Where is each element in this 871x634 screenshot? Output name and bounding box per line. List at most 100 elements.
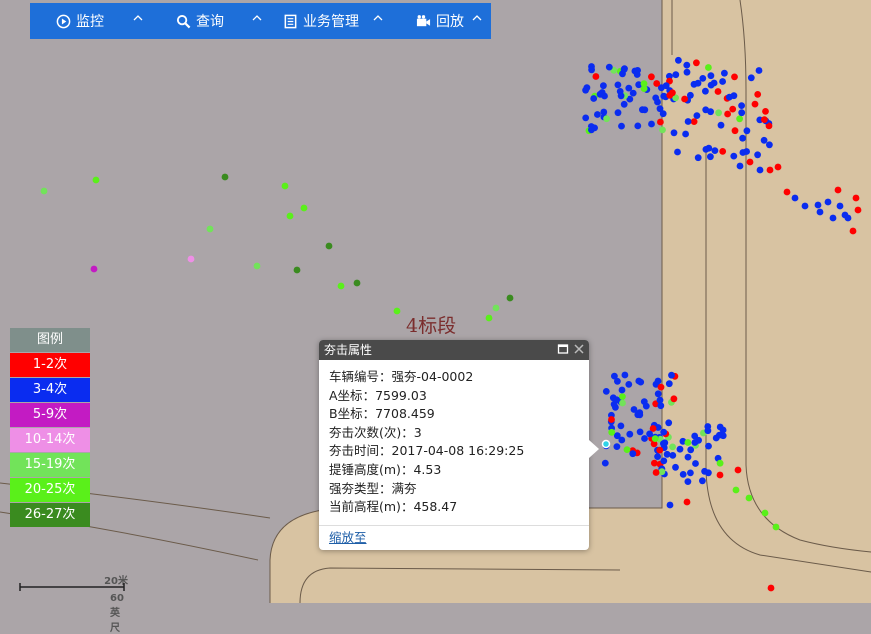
- tamping-point[interactable]: [736, 115, 743, 123]
- tamping-point[interactable]: [608, 428, 616, 436]
- tamping-point[interactable]: [751, 100, 759, 108]
- tamping-point[interactable]: [90, 265, 98, 273]
- tamping-point[interactable]: [736, 162, 744, 170]
- tamping-point[interactable]: [716, 471, 724, 479]
- tamping-point[interactable]: [766, 166, 774, 174]
- tamping-point[interactable]: [40, 187, 48, 195]
- tamping-point[interactable]: [676, 445, 684, 453]
- tamping-point[interactable]: [600, 82, 607, 90]
- toolbar-item-query[interactable]: 查询: [176, 3, 224, 39]
- tamping-point[interactable]: [716, 423, 724, 431]
- tamping-point[interactable]: [660, 457, 668, 465]
- tamping-point[interactable]: [592, 73, 600, 80]
- tamping-point[interactable]: [187, 255, 195, 263]
- tamping-point[interactable]: [640, 85, 648, 92]
- tamping-point[interactable]: [605, 63, 613, 71]
- tamping-point[interactable]: [582, 114, 590, 122]
- tamping-point[interactable]: [281, 182, 289, 190]
- tamping-point[interactable]: [668, 371, 675, 379]
- tamping-point[interactable]: [747, 74, 755, 82]
- tamping-point[interactable]: [716, 459, 724, 467]
- tamping-point[interactable]: [738, 102, 745, 109]
- tamping-point[interactable]: [656, 105, 664, 113]
- tamping-point[interactable]: [635, 377, 643, 385]
- tamping-point[interactable]: [92, 176, 100, 184]
- tamping-point[interactable]: [626, 430, 634, 438]
- tamping-point[interactable]: [683, 68, 691, 76]
- tamping-point[interactable]: [654, 390, 662, 398]
- tamping-point[interactable]: [849, 227, 857, 235]
- tamping-point[interactable]: [679, 471, 687, 478]
- tamping-point[interactable]: [692, 460, 699, 467]
- tamping-point[interactable]: [683, 498, 691, 506]
- tamping-point[interactable]: [393, 307, 401, 315]
- tamping-point[interactable]: [761, 116, 768, 123]
- tamping-point[interactable]: [639, 106, 646, 114]
- tamping-point[interactable]: [852, 194, 860, 202]
- tamping-point[interactable]: [670, 129, 678, 137]
- tamping-point[interactable]: [714, 88, 722, 95]
- tamping-point[interactable]: [588, 66, 595, 74]
- tamping-point[interactable]: [654, 377, 662, 385]
- tamping-point[interactable]: [485, 314, 493, 322]
- tamping-point[interactable]: [654, 453, 661, 460]
- tamping-point[interactable]: [754, 151, 761, 159]
- tamping-point[interactable]: [631, 67, 639, 75]
- tamping-point[interactable]: [614, 109, 622, 117]
- chevron-up-icon[interactable]: [133, 13, 143, 23]
- chevron-up-icon[interactable]: [472, 13, 482, 23]
- tamping-point[interactable]: [653, 80, 661, 87]
- tamping-point[interactable]: [661, 439, 669, 447]
- tamping-point[interactable]: [730, 152, 738, 160]
- tamping-point[interactable]: [684, 439, 692, 446]
- tamping-point[interactable]: [253, 262, 261, 270]
- tamping-point[interactable]: [690, 118, 698, 125]
- tamping-point[interactable]: [705, 442, 712, 450]
- tamping-point[interactable]: [657, 118, 664, 126]
- tamping-point[interactable]: [603, 115, 610, 123]
- tamping-point[interactable]: [629, 89, 637, 97]
- tamping-point[interactable]: [834, 186, 842, 194]
- tamping-point[interactable]: [666, 501, 674, 509]
- tamping-point[interactable]: [729, 105, 737, 113]
- tamping-point[interactable]: [854, 206, 862, 214]
- tamping-point[interactable]: [659, 126, 666, 134]
- tamping-point[interactable]: [761, 509, 769, 517]
- tamping-point[interactable]: [663, 450, 671, 458]
- tamping-point[interactable]: [816, 208, 824, 216]
- chevron-up-icon[interactable]: [252, 13, 262, 23]
- tamping-point[interactable]: [760, 136, 768, 144]
- tamping-point[interactable]: [621, 371, 629, 379]
- maximize-icon[interactable]: [557, 343, 569, 355]
- tamping-point[interactable]: [665, 380, 673, 388]
- tamping-point[interactable]: [674, 148, 681, 156]
- tamping-point[interactable]: [614, 377, 621, 385]
- tamping-point[interactable]: [648, 120, 655, 128]
- tamping-point[interactable]: [221, 173, 229, 181]
- tamping-point[interactable]: [612, 404, 619, 411]
- tamping-point[interactable]: [675, 56, 682, 64]
- tamping-point[interactable]: [732, 486, 740, 494]
- tamping-point[interactable]: [699, 75, 707, 82]
- tamping-point[interactable]: [629, 450, 637, 458]
- tamping-point[interactable]: [707, 108, 714, 116]
- tamping-point[interactable]: [767, 584, 775, 592]
- tamping-point[interactable]: [705, 64, 712, 71]
- tamping-point[interactable]: [672, 463, 679, 471]
- tamping-point[interactable]: [687, 469, 694, 477]
- tamping-point[interactable]: [699, 477, 706, 485]
- toolbar-item-playback[interactable]: 回放: [416, 3, 464, 39]
- tamping-point[interactable]: [755, 67, 763, 74]
- tamping-point[interactable]: [756, 166, 764, 174]
- tamping-point[interactable]: [695, 436, 702, 444]
- tamping-point[interactable]: [670, 395, 678, 403]
- tamping-point[interactable]: [594, 111, 601, 118]
- tamping-point[interactable]: [702, 87, 709, 95]
- tamping-point[interactable]: [721, 69, 728, 77]
- tamping-point[interactable]: [657, 383, 665, 391]
- tamping-point[interactable]: [300, 204, 308, 212]
- tamping-point[interactable]: [766, 141, 773, 149]
- tamping-point[interactable]: [707, 72, 715, 80]
- tamping-point[interactable]: [648, 73, 655, 81]
- tamping-point[interactable]: [325, 242, 333, 250]
